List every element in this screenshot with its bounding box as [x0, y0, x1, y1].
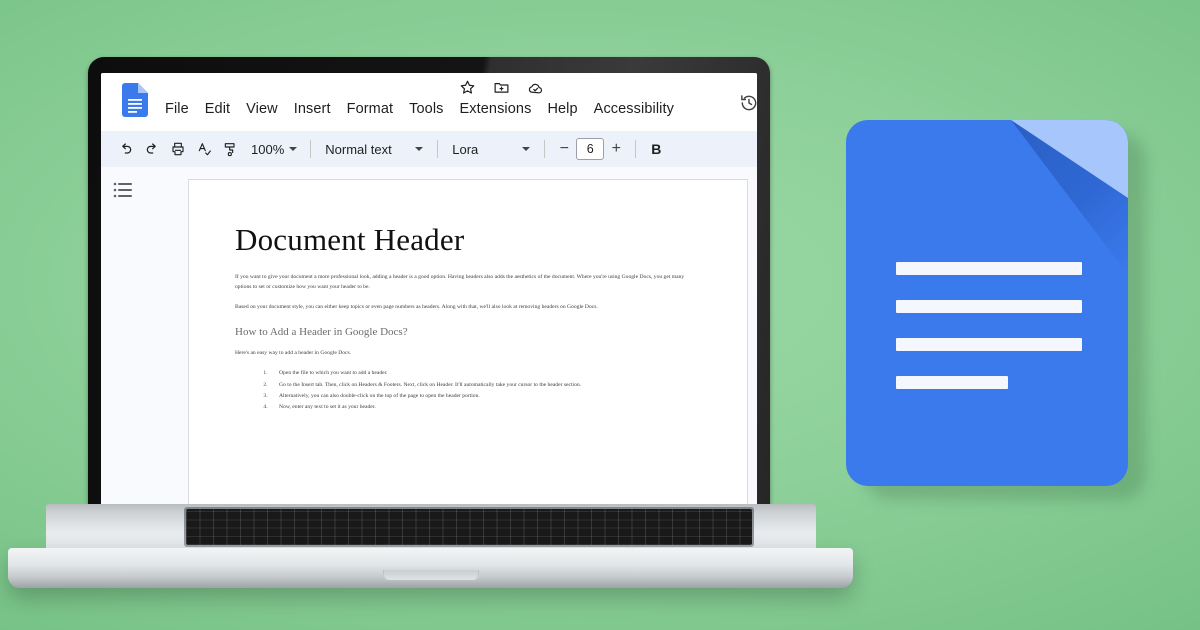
document-quick-actions [459, 79, 544, 96]
font-family-value: Lora [452, 141, 479, 157]
spellcheck-icon[interactable] [191, 136, 217, 162]
icon-text-line [896, 262, 1082, 275]
document-heading-2: How to Add a Header in Google Docs? [235, 326, 408, 339]
menu-item-format[interactable]: Format [339, 101, 402, 117]
icon-text-line [896, 376, 1008, 389]
list-item: Open the file to which you want to add a… [269, 368, 701, 379]
google-docs-logo-icon[interactable] [122, 83, 148, 117]
menu-item-insert[interactable]: Insert [286, 101, 339, 117]
chevron-down-icon [289, 147, 298, 151]
list-item: Now, enter any text to set it as your he… [269, 402, 701, 413]
formatting-toolbar: 100% Normal text Lora − 6 + B [101, 131, 757, 167]
toolbar-divider [544, 140, 546, 158]
app-top-bar: File Edit View Insert Format Tools Exten… [101, 73, 757, 131]
undo-icon[interactable] [113, 136, 139, 162]
document-step-list: Open the file to which you want to add a… [235, 368, 701, 413]
toolbar-divider [635, 140, 637, 158]
font-size-stepper: − 6 + [552, 138, 628, 160]
menu-bar: File Edit View Insert Format Tools Exten… [157, 101, 682, 117]
laptop-screen: File Edit View Insert Format Tools Exten… [101, 73, 757, 510]
laptop-mockup: File Edit View Insert Format Tools Exten… [0, 40, 880, 600]
laptop-front-notch [383, 570, 479, 581]
document-intro-text: Here's an easy way to add a header in Go… [235, 350, 352, 357]
menu-item-extensions[interactable]: Extensions [452, 101, 540, 117]
keyboard [186, 509, 752, 545]
menu-item-help[interactable]: Help [539, 101, 585, 117]
star-icon[interactable] [459, 79, 476, 96]
redo-icon[interactable] [139, 136, 165, 162]
toolbar-divider [437, 140, 439, 158]
menu-item-edit[interactable]: Edit [197, 101, 238, 117]
paint-format-icon[interactable] [217, 136, 243, 162]
document-page[interactable]: Document Header If you want to give your… [188, 179, 748, 510]
chevron-down-icon [415, 147, 424, 151]
google-docs-icon [846, 120, 1146, 500]
document-paragraph: If you want to give your document a more… [235, 274, 685, 291]
menu-item-view[interactable]: View [238, 101, 286, 117]
document-canvas: Document Header If you want to give your… [101, 167, 757, 510]
decrease-font-size-button[interactable]: − [556, 140, 572, 158]
toolbar-divider [310, 140, 312, 158]
chevron-down-icon [522, 147, 531, 151]
bold-button[interactable]: B [643, 141, 669, 157]
document-paragraph: Based on your document style, you can ei… [235, 303, 598, 310]
print-icon[interactable] [165, 136, 191, 162]
paragraph-style-select[interactable]: Normal text [318, 136, 430, 162]
font-family-select[interactable]: Lora [445, 136, 537, 162]
font-size-input[interactable]: 6 [576, 138, 605, 160]
zoom-level-value: 100% [251, 141, 285, 157]
increase-font-size-button[interactable]: + [608, 140, 624, 158]
laptop-base [8, 504, 853, 590]
move-to-folder-icon[interactable] [493, 79, 510, 96]
laptop-front-edge [8, 548, 853, 588]
menu-item-accessibility[interactable]: Accessibility [586, 101, 682, 117]
icon-text-line [896, 300, 1082, 313]
icon-document-body [846, 120, 1128, 486]
icon-text-line [896, 338, 1082, 351]
zoom-level-select[interactable]: 100% [243, 142, 303, 157]
cloud-saved-icon[interactable] [527, 79, 544, 96]
list-item: Alternatively, you can also double-click… [269, 391, 701, 402]
version-history-icon[interactable] [739, 93, 757, 113]
document-title: Document Header [235, 222, 465, 257]
menu-item-file[interactable]: File [157, 101, 197, 117]
list-item: Go to the Insert tab. Then, click on Hea… [269, 380, 701, 391]
document-outline-icon[interactable] [113, 181, 133, 199]
paragraph-style-value: Normal text [325, 141, 392, 157]
keyboard-well [184, 507, 754, 547]
menu-item-tools[interactable]: Tools [401, 101, 451, 117]
